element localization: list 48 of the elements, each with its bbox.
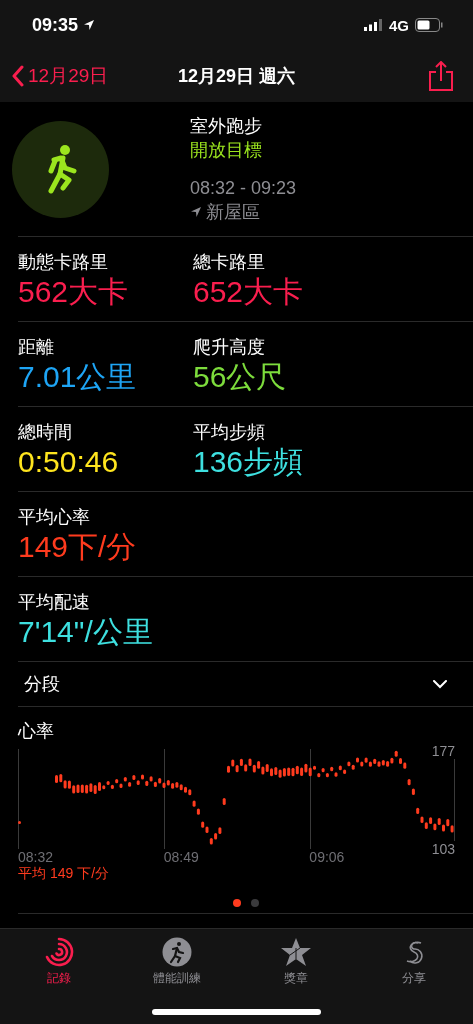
workout-type: 室外跑步	[190, 115, 263, 138]
chart-title: 心率	[18, 720, 54, 743]
back-button[interactable]: 12月29日	[12, 63, 109, 89]
page-dot[interactable]	[250, 899, 259, 907]
location-label: 新屋區	[206, 201, 260, 224]
stat-label: 距離	[18, 336, 55, 359]
stat-label: 總時間	[18, 421, 73, 444]
stat-label: 平均配速	[18, 591, 91, 614]
axis-max-label: 177	[429, 743, 455, 759]
page-dot[interactable]	[232, 899, 241, 907]
battery-icon	[415, 18, 443, 32]
tab-bar-item[interactable]: 分享	[354, 929, 473, 989]
runner-icon	[162, 937, 193, 967]
stat-value: 652大卡	[193, 274, 305, 310]
activity-rings-icon	[44, 937, 75, 967]
star-icon	[279, 937, 312, 967]
stat-value: 56公尺	[193, 359, 288, 395]
chevron-left-icon	[12, 65, 24, 87]
stat-value: 562大卡	[18, 274, 130, 310]
stat-value: 7'14"/公里	[18, 614, 154, 650]
location-arrow-icon	[83, 19, 96, 31]
nav-title: 12月29日 週六	[177, 66, 295, 86]
tab-bar-item[interactable]: 獎章	[236, 929, 355, 989]
clock-time: 09:35	[32, 14, 79, 36]
share-button[interactable]	[429, 61, 453, 91]
tab-bar-item[interactable]: 記錄	[0, 929, 119, 989]
signal-icon	[364, 19, 383, 31]
stat-label: 爬升高度	[193, 336, 266, 359]
axis-min-label: 103	[429, 841, 455, 857]
location-arrow-icon	[190, 206, 202, 218]
splits-row[interactable]: 分段	[18, 662, 473, 707]
stat-value: 136步頻	[193, 444, 305, 480]
stat-value: 7.01公里	[18, 359, 138, 395]
time-axis-label: 09:06	[309, 849, 345, 865]
stat-label: 平均步頻	[193, 421, 266, 444]
time-range: 08:32 - 09:23	[190, 177, 297, 200]
average-heart-rate: 平均 149 下/分	[18, 865, 110, 883]
stat-value: 149下/分	[18, 529, 138, 565]
time-axis-label: 08:49	[163, 849, 199, 865]
share-icon	[429, 61, 453, 91]
workout-goal: 開放目標	[190, 139, 263, 162]
time-axis-label: 08:32	[18, 849, 54, 865]
tab-bar-item[interactable]: 體能訓練	[118, 929, 237, 989]
stat-label: 總卡路里	[193, 251, 266, 274]
stat-label: 平均心率	[18, 506, 91, 529]
stat-value: 0:50:46	[18, 444, 120, 480]
stat-label: 動態卡路里	[18, 251, 109, 274]
network-label: 4G	[389, 16, 409, 34]
